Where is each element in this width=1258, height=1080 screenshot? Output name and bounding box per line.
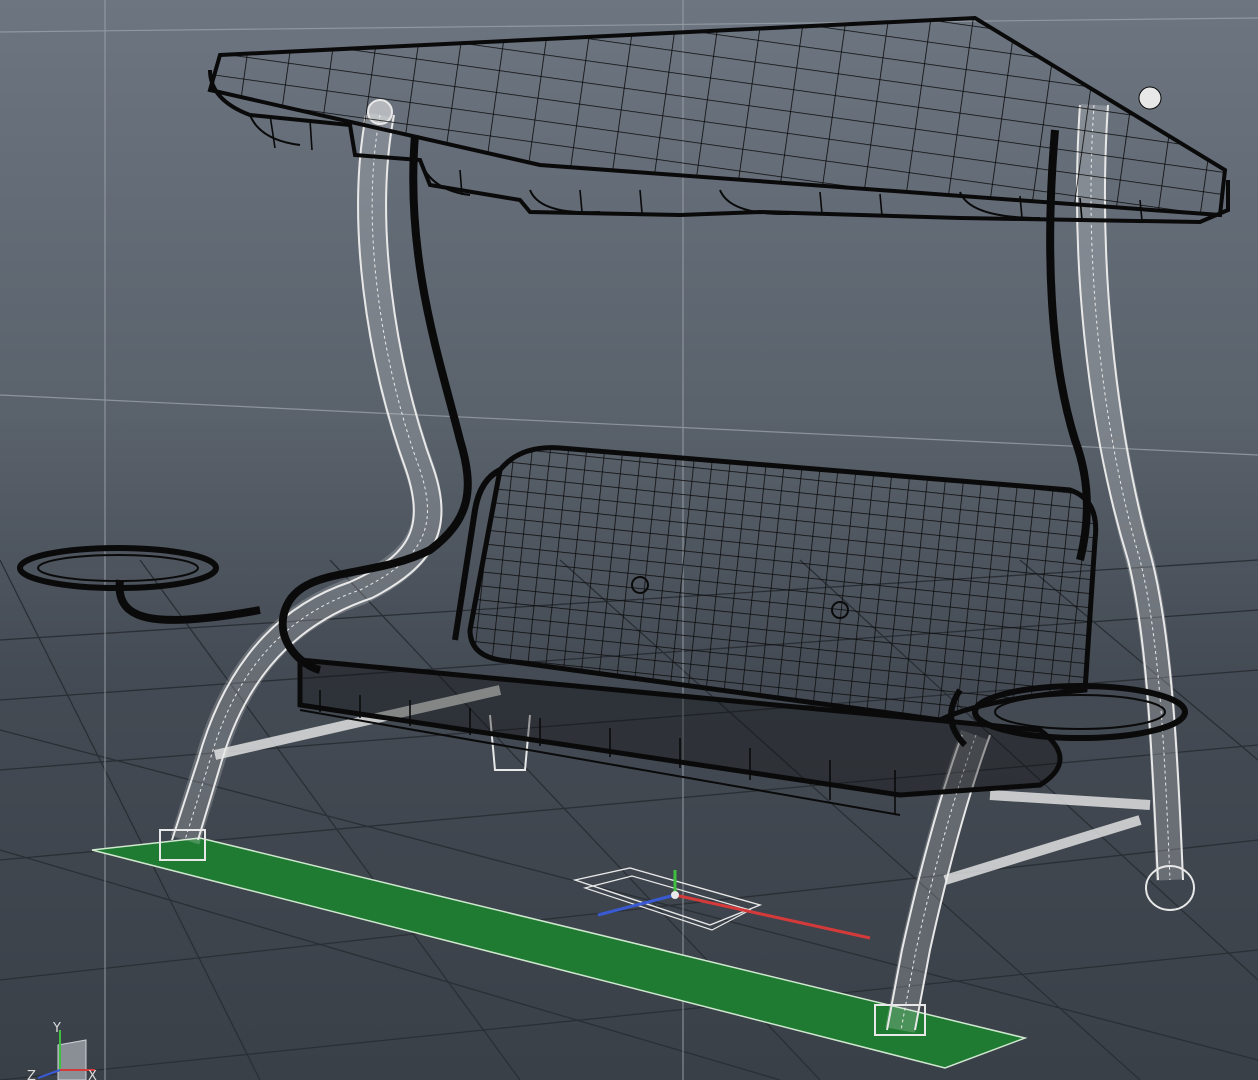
axis-z-label: Z (27, 1069, 36, 1080)
wireframe-scene[interactable]: Y X Z (0, 0, 1258, 1080)
gizmo-x-axis[interactable] (674, 893, 871, 940)
seat-backrest[interactable] (452, 445, 1099, 723)
swing-ground-base[interactable] (91, 837, 1028, 1069)
axis-indicator: Y X Z (27, 1021, 97, 1080)
axis-x-label: X (88, 1069, 97, 1080)
axis-y-label: Y (52, 1021, 61, 1036)
gizmo-z-axis[interactable] (597, 893, 676, 917)
left-tray[interactable] (17, 545, 261, 624)
transform-gizmo[interactable] (572, 867, 871, 940)
left-frame[interactable] (159, 99, 531, 861)
viewport[interactable]: Y X Z (0, 0, 1258, 1080)
